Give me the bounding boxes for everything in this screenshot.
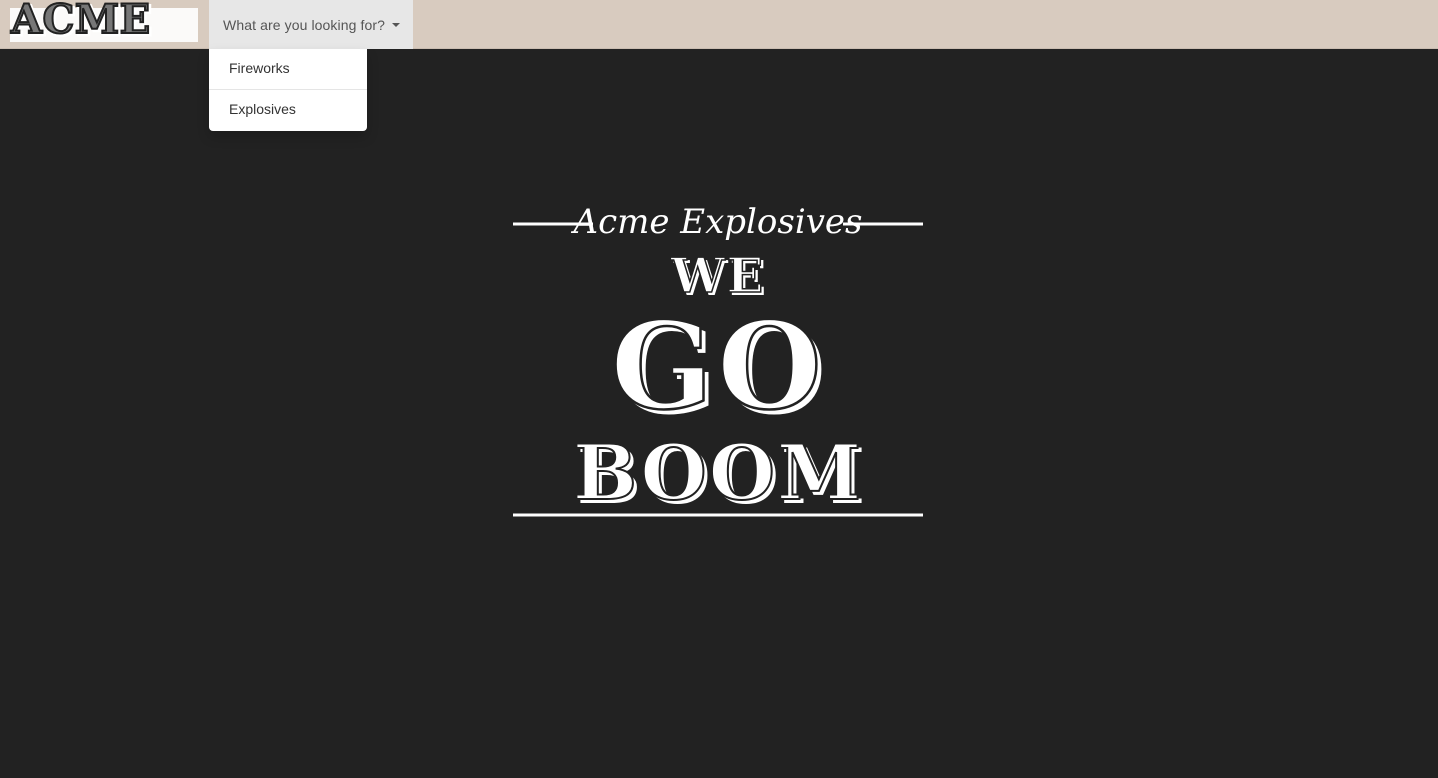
dropdown-item-fireworks[interactable]: Fireworks	[209, 49, 367, 89]
hero-line2: GO	[610, 296, 825, 437]
hero-line3: BOOM	[573, 428, 863, 517]
hero-banner: Acme Explosives WE WE GO GO BOOM BOOM	[513, 195, 923, 520]
nav-dropdown-toggle[interactable]: What are you looking for?	[209, 0, 413, 49]
hero-script-title: Acme Explosives	[571, 202, 863, 242]
brand-text: ACME	[10, 0, 151, 43]
navbar: ACME ACME What are you looking for?	[0, 0, 1438, 49]
dropdown-menu: Fireworks Explosives	[209, 49, 367, 131]
brand-logo[interactable]: ACME ACME	[6, 0, 202, 44]
dropdown-item-explosives[interactable]: Explosives	[209, 90, 367, 131]
caret-down-icon	[392, 22, 401, 27]
nav-dropdown-label: What are you looking for?	[223, 16, 386, 33]
